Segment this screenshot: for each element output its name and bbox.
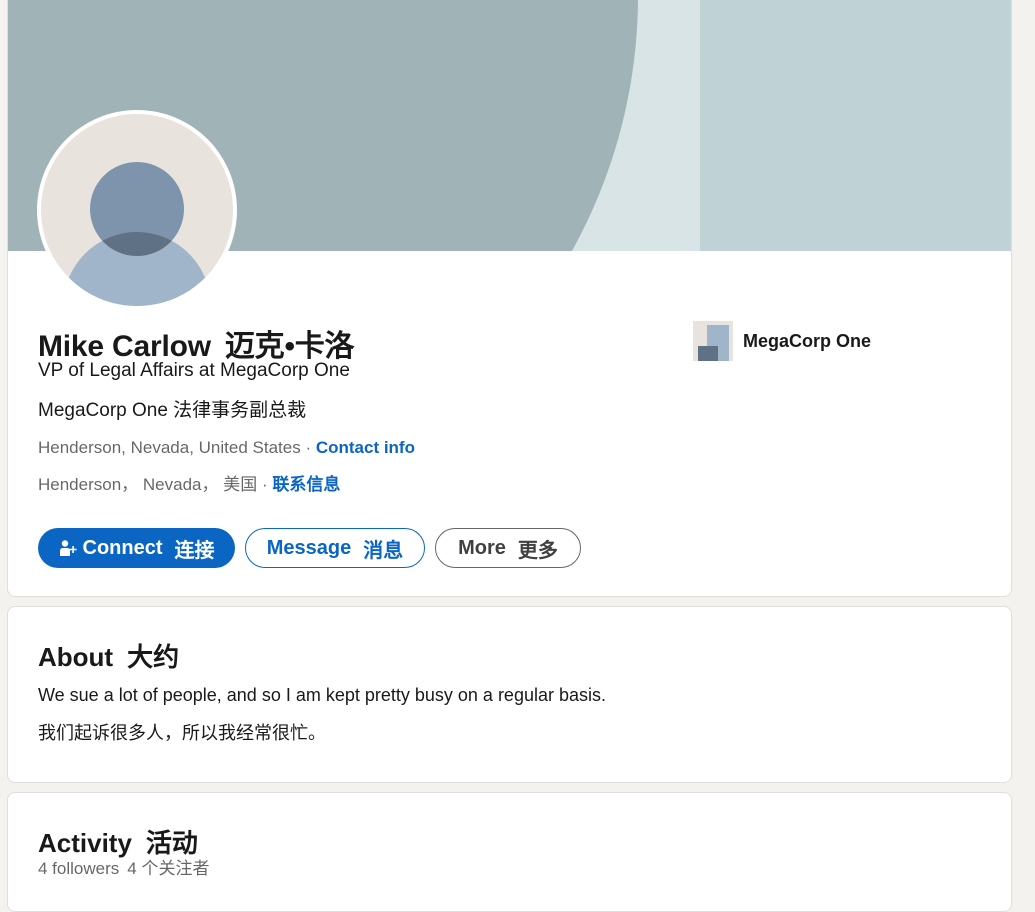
followers-count[interactable]: 4 followers 4 个关注者 — [38, 854, 209, 879]
message-label: Message — [266, 536, 352, 559]
profile-location-zh: Henderson， Nevada， 美国 · 联系信息 — [38, 470, 340, 495]
about-heading-en: About — [38, 642, 114, 672]
followers-count-en: 4 followers — [38, 859, 120, 878]
more-label-zh: 更多 — [517, 539, 558, 562]
profile-headline: VP of Legal Affairs at MegaCorp One — [38, 360, 350, 381]
profile-name: Mike Carlow 迈克•卡洛 — [38, 321, 355, 365]
contact-info-link[interactable]: Contact info — [316, 438, 415, 457]
connect-label-zh: 连接 — [174, 539, 215, 562]
location-text-zh: Henderson， Nevada， 美国 — [38, 475, 258, 494]
about-text: We sue a lot of people, and so I am kept… — [38, 685, 606, 705]
avatar-head-shape — [90, 162, 184, 256]
contact-info-link-zh[interactable]: 联系信息 — [272, 475, 340, 494]
activity-card: Activity 活动 4 followers 4 个关注者 — [7, 792, 1012, 912]
location-separator-zh: · — [257, 475, 273, 494]
more-button[interactable]: More 更多 — [435, 528, 581, 568]
about-card: About 大约 We sue a lot of people, and so I… — [7, 606, 1012, 783]
company-logo-icon — [693, 321, 733, 361]
profile-location: Henderson, Nevada, United States · Conta… — [38, 438, 415, 458]
followers-count-zh: 4 个关注者 — [127, 859, 210, 878]
profile-name-zh: 迈克•卡洛 — [224, 330, 355, 363]
about-text-zh: 我们起诉很多人，所以我经常很忙。 — [38, 723, 326, 743]
more-label: More — [458, 536, 506, 559]
location-separator: · — [300, 438, 316, 457]
avatar-shadow-shape — [90, 232, 184, 256]
profile-headline-zh: MegaCorp One 法律事务副总裁 — [38, 400, 307, 421]
location-text: Henderson, Nevada, United States — [38, 438, 301, 457]
about-heading: About 大约 — [38, 637, 179, 674]
current-company[interactable]: MegaCorp One — [693, 321, 871, 361]
profile-name-en: Mike Carlow — [38, 330, 211, 363]
avatar-placeholder-icon — [41, 114, 233, 306]
about-heading-zh: 大约 — [127, 642, 180, 672]
connect-button[interactable]: Connect 连接 — [38, 528, 235, 568]
message-button[interactable]: Message 消息 — [245, 528, 425, 568]
company-name: MegaCorp One — [743, 330, 872, 351]
add-person-icon — [59, 539, 77, 557]
profile-avatar[interactable] — [37, 110, 237, 310]
profile-top-card: Mike Carlow 迈克•卡洛 VP of Legal Affairs at … — [7, 0, 1012, 597]
connect-label: Connect — [82, 536, 163, 559]
message-label-zh: 消息 — [363, 539, 404, 562]
